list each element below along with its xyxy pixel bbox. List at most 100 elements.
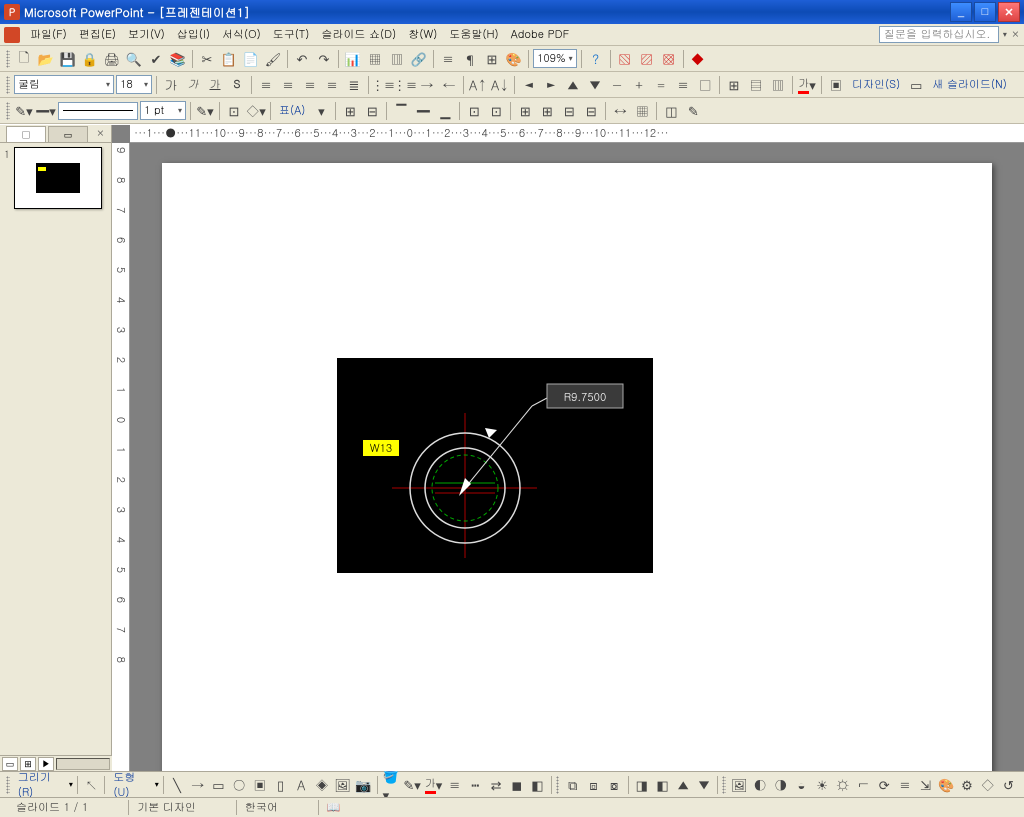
color-mode-icon[interactable]: ◐: [751, 775, 770, 795]
promote-icon[interactable]: ◄: [519, 75, 539, 95]
menu-edit[interactable]: 편집(E): [73, 25, 122, 44]
draw-table-icon[interactable]: ✎: [683, 101, 703, 121]
help-search-caret-icon[interactable]: ▾: [1003, 29, 1007, 40]
pdf-a-icon[interactable]: ◆: [688, 49, 708, 69]
menu-insert[interactable]: 삽입(I): [171, 25, 216, 44]
thumbnail-item[interactable]: 1: [4, 147, 107, 209]
print-icon[interactable]: 🖨: [102, 49, 122, 69]
redo-icon[interactable]: ↷: [314, 49, 334, 69]
spellcheck-icon[interactable]: ✔: [146, 49, 166, 69]
font-combo[interactable]: 굴림▾: [14, 75, 114, 94]
toolbar-grip[interactable]: [6, 102, 10, 120]
summary-icon[interactable]: □: [695, 75, 715, 95]
bold-icon[interactable]: 가: [161, 75, 181, 95]
picture-icon[interactable]: 📷: [354, 775, 373, 795]
close-button[interactable]: ✕: [998, 2, 1020, 22]
rotate-icon[interactable]: ⟳: [875, 775, 894, 795]
crop-icon[interactable]: ⌐: [854, 775, 873, 795]
rectangle-icon[interactable]: ▭: [209, 775, 228, 795]
dash-style-icon[interactable]: ┅: [466, 775, 485, 795]
expand-all-icon[interactable]: ≡: [438, 49, 458, 69]
sorter-view-icon[interactable]: ⊞: [20, 757, 36, 771]
ruler-horizontal[interactable]: ···1···●···11···10···9···8···7···6···5··…: [130, 125, 1024, 143]
recolor-icon[interactable]: 🎨: [937, 775, 956, 795]
more-brightness-icon[interactable]: ☀: [813, 775, 832, 795]
normal-view-icon[interactable]: ▭: [2, 757, 18, 771]
table-props-icon[interactable]: ▦: [632, 101, 652, 121]
line-color-icon[interactable]: ✎▾: [14, 101, 34, 121]
reset-picture-icon[interactable]: ↺: [999, 775, 1018, 795]
insert-rows-icon[interactable]: ⊞: [515, 101, 535, 121]
align-right-icon[interactable]: ≡: [300, 75, 320, 95]
numbering-icon[interactable]: ⋮≡: [373, 75, 393, 95]
pdf-review-icon[interactable]: ▩: [659, 49, 679, 69]
oval-icon[interactable]: ○: [230, 775, 249, 795]
open-icon[interactable]: 📂: [36, 49, 56, 69]
ruler-vertical[interactable]: 9 8 7 6 5 4 3 2 1 0 1 2 3 4 5 6 7 8: [112, 143, 130, 771]
insert-cols-icon[interactable]: ⊞: [537, 101, 557, 121]
cut-icon[interactable]: ✂: [197, 49, 217, 69]
undo-icon[interactable]: ↶: [292, 49, 312, 69]
menu-slideshow[interactable]: 슬라이드 쇼(D): [315, 25, 402, 44]
underline-icon[interactable]: 가: [205, 75, 225, 95]
status-spell-icon[interactable]: 📖: [318, 800, 341, 815]
italic-icon[interactable]: 가: [183, 75, 203, 95]
more-contrast-icon[interactable]: ◑: [771, 775, 790, 795]
new-slide-icon[interactable]: ▭: [906, 75, 926, 95]
paste-icon[interactable]: 📄: [241, 49, 261, 69]
help-icon[interactable]: ?: [586, 49, 606, 69]
toolbar-grip[interactable]: [556, 776, 560, 794]
arrow-icon[interactable]: →: [188, 775, 207, 795]
tab-outline[interactable]: □: [6, 126, 46, 142]
demote-icon[interactable]: ►: [541, 75, 561, 95]
toolbar-grip[interactable]: [6, 76, 10, 94]
arrow-style-icon[interactable]: ⇄: [487, 775, 506, 795]
group-icon[interactable]: ⧉: [563, 775, 582, 795]
menu-adobepdf[interactable]: Adobe PDF: [505, 25, 575, 44]
wordart-icon[interactable]: A: [292, 775, 311, 795]
slide-canvas[interactable]: R9.7500 W13: [130, 143, 1024, 771]
menu-format[interactable]: 서식(O): [216, 25, 267, 44]
help-close-icon[interactable]: ×: [1011, 27, 1020, 42]
bullets-icon[interactable]: ⋮≡: [395, 75, 415, 95]
print-preview-icon[interactable]: 🔍: [124, 49, 144, 69]
menu-help[interactable]: 도움말(H): [443, 25, 504, 44]
distribute-rows-icon[interactable]: ⊡: [464, 101, 484, 121]
font-color-d-icon[interactable]: 가▾: [424, 775, 444, 795]
research-icon[interactable]: 📚: [168, 49, 188, 69]
merge-cells-icon[interactable]: ⊞: [340, 101, 360, 121]
line-icon[interactable]: ╲: [168, 775, 187, 795]
border-top-icon[interactable]: ⊡: [224, 101, 244, 121]
line-style-icon[interactable]: ▬▾: [36, 101, 56, 121]
expand-icon[interactable]: +: [629, 75, 649, 95]
view-scroll[interactable]: [56, 758, 110, 770]
decrease-font-icon[interactable]: A↓: [490, 75, 510, 95]
table-caret-icon[interactable]: ▾: [311, 101, 331, 121]
chart-icon[interactable]: 📊: [343, 49, 363, 69]
clipart-icon[interactable]: 🖼: [333, 775, 352, 795]
tables-borders-icon[interactable]: ▥: [387, 49, 407, 69]
design-icon[interactable]: ▣: [826, 75, 846, 95]
color-icon[interactable]: 🎨: [504, 49, 524, 69]
table-icon[interactable]: ▦: [365, 49, 385, 69]
copy-icon[interactable]: 📋: [219, 49, 239, 69]
design-button[interactable]: 디자인(S): [848, 75, 904, 94]
line-preview[interactable]: [58, 102, 138, 120]
new-icon[interactable]: 🗋: [14, 49, 34, 69]
permission-icon[interactable]: 🔒: [80, 49, 100, 69]
maximize-button[interactable]: □: [974, 2, 996, 22]
guides-icon[interactable]: ▥: [768, 75, 788, 95]
grid-settings-icon[interactable]: ⊞: [724, 75, 744, 95]
hyperlink-icon[interactable]: 🔗: [409, 49, 429, 69]
vertical-textbox-icon[interactable]: ▯: [271, 775, 290, 795]
shadow-style-icon[interactable]: ◼: [507, 775, 526, 795]
collapse-all-icon[interactable]: =: [651, 75, 671, 95]
less-brightness-icon[interactable]: ☼: [833, 775, 852, 795]
decrease-indent-icon[interactable]: ←: [439, 75, 459, 95]
menu-window[interactable]: 창(W): [402, 25, 443, 44]
bring-front-icon[interactable]: ◨: [632, 775, 651, 795]
toolbar-grip[interactable]: [6, 50, 10, 68]
align-middle-icon[interactable]: ▬: [413, 101, 433, 121]
align-top-icon[interactable]: ▔: [391, 101, 411, 121]
move-up-icon[interactable]: ▲: [563, 75, 583, 95]
